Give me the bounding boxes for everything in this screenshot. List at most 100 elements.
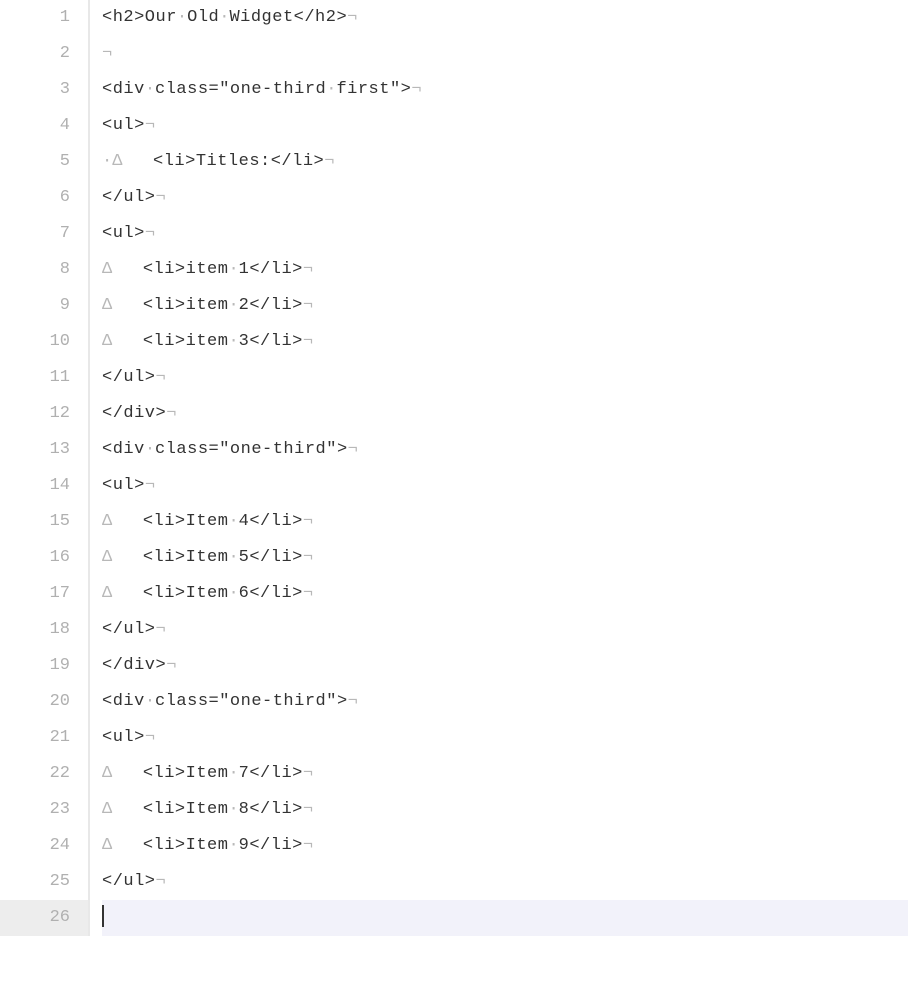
code-text: <ul> (102, 224, 145, 243)
whitespace-marker: ¬ (303, 512, 313, 531)
whitespace-marker: ¬ (348, 440, 358, 459)
code-line[interactable]: Δ <li>Item·8</li>¬ (102, 792, 908, 828)
code-text: </ul> (102, 188, 156, 207)
whitespace-marker: ¬ (348, 692, 358, 711)
code-line[interactable]: <ul>¬ (102, 720, 908, 756)
whitespace-marker: · (228, 332, 238, 351)
code-text-area[interactable]: <h2>Our·Old·Widget</h2>¬¬<div·class="one… (88, 0, 908, 936)
code-line[interactable]: ¬ (102, 36, 908, 72)
whitespace-marker: · (228, 584, 238, 603)
code-text: <ul> (102, 476, 145, 495)
line-number: 10 (0, 324, 88, 360)
whitespace-marker: Δ (112, 152, 153, 171)
code-line[interactable]: </div>¬ (102, 396, 908, 432)
whitespace-marker: Δ (102, 584, 143, 603)
line-number: 17 (0, 576, 88, 612)
line-number: 6 (0, 180, 88, 216)
code-line[interactable]: </ul>¬ (102, 612, 908, 648)
code-line[interactable]: ·Δ <li>Titles:</li>¬ (102, 144, 908, 180)
code-line[interactable]: </ul>¬ (102, 864, 908, 900)
code-line[interactable]: Δ <li>item·1</li>¬ (102, 252, 908, 288)
line-number: 9 (0, 288, 88, 324)
line-number: 19 (0, 648, 88, 684)
code-text: <li>Item (143, 764, 229, 783)
code-text: 6</li> (239, 584, 303, 603)
code-text: <li>Titles:</li> (153, 152, 324, 171)
whitespace-marker: Δ (102, 800, 143, 819)
code-text: <li>item (143, 296, 229, 315)
line-number: 8 (0, 252, 88, 288)
code-text: <li>Item (143, 800, 229, 819)
code-line[interactable]: <div·class="one-third">¬ (102, 432, 908, 468)
line-number: 3 (0, 72, 88, 108)
code-text: first"> (336, 80, 411, 99)
whitespace-marker: ¬ (347, 8, 357, 27)
whitespace-marker: Δ (102, 332, 143, 351)
line-number: 1 (0, 0, 88, 36)
code-line[interactable]: </ul>¬ (102, 360, 908, 396)
whitespace-marker: ¬ (303, 260, 313, 279)
line-number: 11 (0, 360, 88, 396)
code-line[interactable]: </ul>¬ (102, 180, 908, 216)
whitespace-marker: · (228, 548, 238, 567)
whitespace-marker: ¬ (303, 800, 313, 819)
whitespace-marker: Δ (102, 548, 143, 567)
whitespace-marker: ¬ (303, 764, 313, 783)
code-line[interactable]: <ul>¬ (102, 216, 908, 252)
code-text: 2</li> (239, 296, 303, 315)
code-text: class="one-third"> (155, 692, 348, 711)
code-text: <ul> (102, 728, 145, 747)
whitespace-marker: ¬ (303, 836, 313, 855)
code-line[interactable]: Δ <li>Item·5</li>¬ (102, 540, 908, 576)
code-text: </div> (102, 656, 166, 675)
code-line[interactable]: Δ <li>Item·4</li>¬ (102, 504, 908, 540)
code-line[interactable]: Δ <li>item·2</li>¬ (102, 288, 908, 324)
whitespace-marker: · (177, 8, 187, 27)
whitespace-marker: ¬ (303, 332, 313, 351)
code-text: <ul> (102, 116, 145, 135)
line-number: 18 (0, 612, 88, 648)
code-text: </ul> (102, 368, 156, 387)
line-number: 16 (0, 540, 88, 576)
code-line[interactable]: Δ <li>Item·7</li>¬ (102, 756, 908, 792)
code-text: 7</li> (239, 764, 303, 783)
code-text: <li>Item (143, 584, 229, 603)
code-text: <div (102, 80, 145, 99)
whitespace-marker: · (228, 836, 238, 855)
line-number: 7 (0, 216, 88, 252)
whitespace-marker: ¬ (145, 116, 155, 135)
line-number: 24 (0, 828, 88, 864)
code-line[interactable]: Δ <li>item·3</li>¬ (102, 324, 908, 360)
line-number: 12 (0, 396, 88, 432)
code-line[interactable]: <ul>¬ (102, 468, 908, 504)
code-line[interactable]: <div·class="one-third·first">¬ (102, 72, 908, 108)
code-line[interactable]: <h2>Our·Old·Widget</h2>¬ (102, 0, 908, 36)
whitespace-marker: · (145, 440, 155, 459)
code-text: <li>Item (143, 512, 229, 531)
whitespace-marker: · (219, 8, 229, 27)
text-cursor (102, 905, 104, 927)
whitespace-marker: ¬ (166, 404, 176, 423)
whitespace-marker: · (145, 80, 155, 99)
code-text: 8</li> (239, 800, 303, 819)
code-text: </ul> (102, 620, 156, 639)
line-number: 13 (0, 432, 88, 468)
code-line[interactable]: Δ <li>Item·9</li>¬ (102, 828, 908, 864)
line-number-gutter: 1234567891011121314151617181920212223242… (0, 0, 88, 936)
code-text: class="one-third"> (155, 440, 348, 459)
code-line[interactable]: </div>¬ (102, 648, 908, 684)
code-line[interactable]: <div·class="one-third">¬ (102, 684, 908, 720)
code-line[interactable]: <ul>¬ (102, 108, 908, 144)
line-number: 22 (0, 756, 88, 792)
code-line[interactable] (102, 900, 908, 936)
whitespace-marker: Δ (102, 764, 143, 783)
code-editor[interactable]: 1234567891011121314151617181920212223242… (0, 0, 908, 936)
whitespace-marker: ¬ (303, 296, 313, 315)
code-text: <h2>Our (102, 8, 177, 27)
code-line[interactable]: Δ <li>Item·6</li>¬ (102, 576, 908, 612)
whitespace-marker: ¬ (303, 548, 313, 567)
whitespace-marker: · (228, 260, 238, 279)
code-text: 9</li> (239, 836, 303, 855)
code-text: 3</li> (239, 332, 303, 351)
code-text: class="one-third (155, 80, 326, 99)
